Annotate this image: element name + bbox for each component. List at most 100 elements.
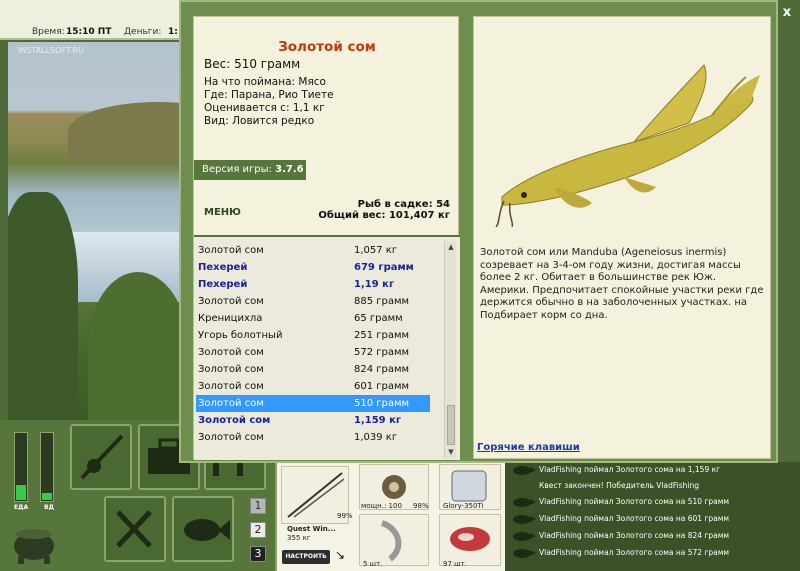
- catch-list-row[interactable]: Золотой сом 1,057 кг: [196, 242, 430, 259]
- fish-icon: [513, 532, 536, 541]
- reel-label: мощн.: 100: [361, 502, 402, 510]
- catch-fish-weight: 679 грамм: [354, 262, 414, 273]
- page-3-button[interactable]: 3: [250, 546, 266, 562]
- feed-item: Квест закончен! Победитель VladFishing: [539, 481, 699, 490]
- catch-list-row[interactable]: Пехерей 679 грамм: [196, 259, 430, 276]
- status-bar: Время: 15:10 ПТ Деньги: 1:: [0, 0, 180, 40]
- watermark: INSTALLSOFT.RU: [18, 46, 84, 55]
- fish-catch-tile[interactable]: [172, 496, 234, 562]
- cauldron-icon[interactable]: [10, 520, 58, 564]
- energy-label: ВД: [44, 504, 54, 511]
- fish-weight: Вес: 510 грамм: [204, 57, 301, 71]
- fish-icon: [513, 466, 536, 475]
- scroll-up-icon[interactable]: ▲: [445, 241, 457, 253]
- catch-fish-name: Золотой сом: [198, 432, 264, 443]
- rod-reel-icon: [80, 434, 124, 480]
- food-label: ЕДА: [14, 504, 29, 511]
- catch-fish-name: Золотой сом: [198, 398, 264, 409]
- catch-fish-name: Золотой сом: [198, 381, 264, 392]
- catch-fish-name: Пехерей: [198, 279, 248, 290]
- bait-count: 97 шт.: [443, 560, 467, 568]
- rod-percent: 99%: [337, 512, 353, 520]
- catch-list: Золотой сом 1,057 кг Пехерей 679 грамм Пехер…: [194, 235, 460, 460]
- catch-list-row[interactable]: Золотой сом 1,039 кг: [196, 429, 430, 446]
- catch-fish-name: Золотой сом: [198, 296, 264, 307]
- catch-fish-weight: 1,159 кг: [354, 415, 402, 426]
- golden-catfish-image: [495, 64, 760, 227]
- lure-slot[interactable]: [359, 514, 429, 566]
- catch-details-dialog: Золотой сом Вес: 510 грамм На что пойман…: [179, 0, 778, 463]
- catch-fish-name: Золотой сом: [198, 364, 264, 375]
- feed-item: VladFishing поймал Золотого сома на 510 …: [513, 495, 798, 511]
- catch-fish-name: Золотой сом: [198, 347, 264, 358]
- version-label: Версия игры:: [202, 164, 276, 175]
- catch-list-scrollbar[interactable]: ▲ ▼: [444, 241, 456, 458]
- fish-icon: [184, 519, 230, 541]
- catch-list-row[interactable]: Золотой сом 885 грамм: [196, 293, 430, 310]
- fishing-location-view: INSTALLSOFT.RU: [8, 42, 180, 420]
- catch-fish-weight: 65 грамм: [354, 313, 403, 324]
- close-button[interactable]: x: [778, 4, 796, 22]
- catch-fish-weight: 510 грамм: [354, 398, 410, 409]
- catch-list-row[interactable]: Креницихла 65 грамм: [196, 310, 430, 327]
- feed-item: VladFishing поймал Золотого сома на 601 …: [513, 512, 798, 528]
- fish-icon: [513, 515, 536, 524]
- rod-name: Quest Win...: [287, 525, 336, 533]
- fish-title: Золотой сом: [278, 39, 376, 55]
- money-label: Деньги:: [124, 27, 162, 37]
- keep-net-total-weight: Общий вес: 101,407 кг: [318, 210, 450, 221]
- fish-valued-from: Оценивается с: 1,1 кг: [204, 102, 325, 114]
- catch-fish-weight: 885 грамм: [354, 296, 410, 307]
- version-badge: Версия игры: 3.7.6: [194, 160, 306, 180]
- catch-list-row[interactable]: Золотой сом 601 грамм: [196, 378, 430, 395]
- catch-fish-name: Угорь болотный: [198, 330, 283, 341]
- feed-item: VladFishing поймал Золотого сома на 572 …: [513, 546, 798, 562]
- bait-slot[interactable]: [439, 514, 501, 566]
- catch-fish-name: Креницихла: [198, 313, 263, 324]
- catch-fish-name: Золотой сом: [198, 245, 264, 256]
- catch-fish-weight: 1,19 кг: [354, 279, 395, 290]
- catch-fish-weight: 1,057 кг: [354, 245, 398, 256]
- fish-icon: [513, 498, 536, 507]
- catch-info-panel: Золотой сом Вес: 510 грамм На что пойман…: [193, 16, 460, 460]
- setup-button[interactable]: НАСТРОИТЬ: [282, 550, 330, 564]
- page-2-button[interactable]: 2: [250, 522, 266, 538]
- line-name: Glory-350Ti: [443, 502, 484, 510]
- page-1-button[interactable]: 1: [250, 498, 266, 514]
- fish-location: Где: Парана, Рио Тиете: [204, 89, 334, 101]
- catch-list-row[interactable]: Золотой сом 510 грамм: [196, 395, 430, 412]
- catch-list-row[interactable]: Золотой сом 824 грамм: [196, 361, 430, 378]
- menu-button[interactable]: МЕНЮ: [204, 207, 241, 218]
- inventory-panel: 99% Quest Win... 355 кг НАСТРОИТЬ ↘ мощн…: [275, 462, 505, 571]
- keep-net-count: Рыб в садке: 54: [357, 199, 450, 210]
- feed-item: VladFishing поймал Золотого сома на 1,15…: [513, 463, 798, 479]
- catch-list-row[interactable]: Золотой сом 1,159 кг: [196, 412, 430, 429]
- reel-percent: 98%: [413, 502, 429, 510]
- money-value: 1:: [168, 27, 178, 37]
- version-value: 3.7.6: [275, 164, 304, 175]
- event-feed: VladFishing поймал Золотого сома на 1,15…: [505, 462, 800, 571]
- fish-description: Золотой сом или Manduba (Ageneiosus iner…: [480, 247, 764, 321]
- food-gauge: [14, 432, 28, 502]
- food-tile[interactable]: [104, 496, 166, 562]
- feed-item: VladFishing поймал Золотого сома на 824 …: [513, 529, 798, 545]
- scroll-down-icon[interactable]: ▼: [445, 446, 457, 458]
- fish-rarity: Вид: Ловится редко: [204, 115, 315, 127]
- rod-weight: 355 кг: [287, 534, 311, 542]
- catch-list-row[interactable]: Угорь болотный 251 грамм: [196, 327, 430, 344]
- catch-fish-weight: 601 грамм: [354, 381, 410, 392]
- tackle-tile[interactable]: [70, 424, 132, 490]
- catch-fish-weight: 824 грамм: [354, 364, 410, 375]
- fish-encyclopedia-panel: Золотой сом или Manduba (Ageneiosus iner…: [473, 16, 771, 459]
- catch-list-row[interactable]: Пехерей 1,19 кг: [196, 276, 430, 293]
- fish-bait: На что поймана: Мясо: [204, 76, 326, 88]
- catch-fish-weight: 1,039 кг: [354, 432, 398, 443]
- time-label: Время:: [32, 27, 65, 37]
- scroll-thumb[interactable]: [447, 405, 455, 445]
- energy-gauge: [40, 432, 54, 502]
- catch-fish-weight: 251 грамм: [354, 330, 410, 341]
- catch-list-row[interactable]: Золотой сом 572 грамм: [196, 344, 430, 361]
- hotkeys-link[interactable]: Горячие клавиши: [477, 442, 580, 453]
- arrow-icon: ↘: [335, 548, 346, 562]
- fish-icon: [513, 549, 536, 558]
